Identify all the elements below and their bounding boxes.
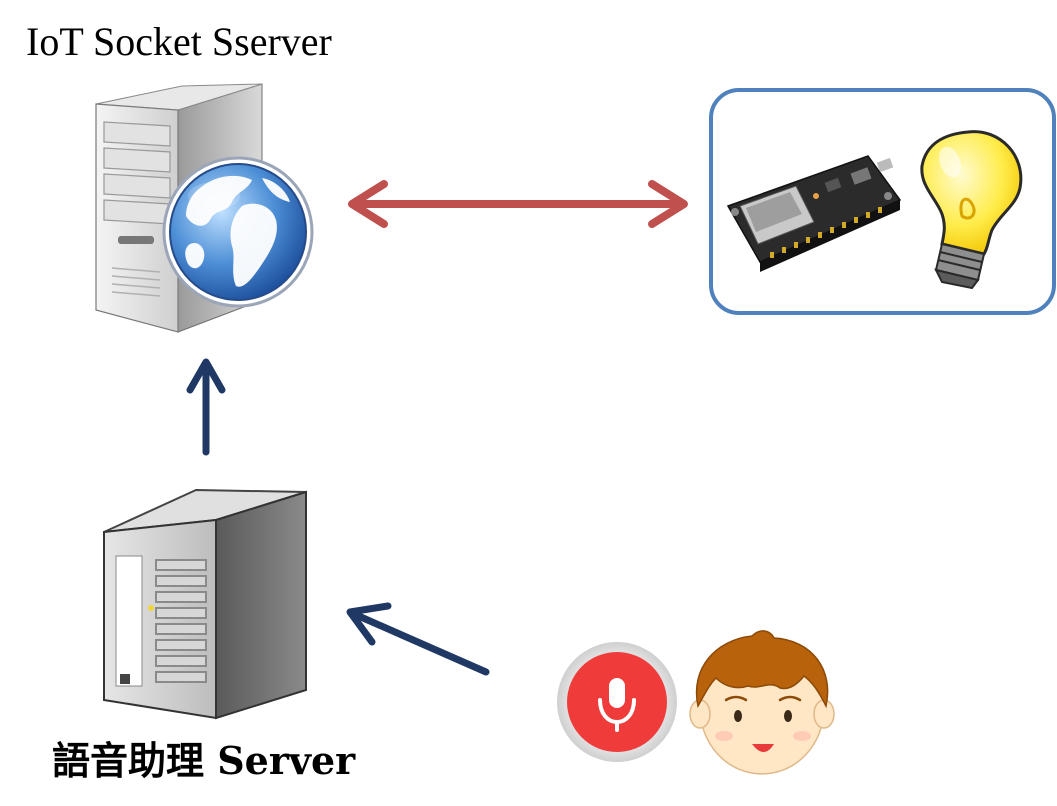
- user-face-icon: [689, 630, 835, 775]
- voice-server-icon: [103, 488, 307, 720]
- diagram-canvas: [95, 83, 1056, 775]
- voice-assistant-server-label: 語音助理 Server: [52, 738, 356, 783]
- iot-socket-server-label: IoT Socket Sserver: [26, 19, 332, 64]
- request-arrow: [346, 602, 490, 676]
- up-arrow: [186, 358, 226, 456]
- globe-icon: [162, 156, 314, 308]
- bidirectional-arrow: [348, 180, 688, 228]
